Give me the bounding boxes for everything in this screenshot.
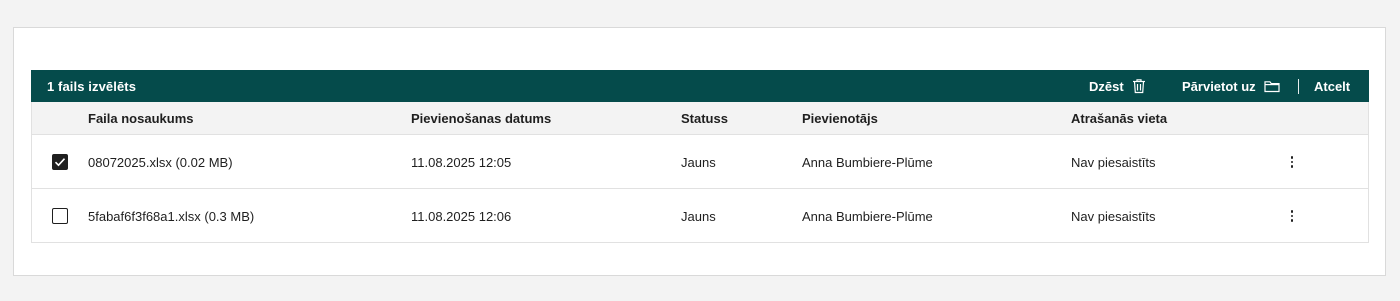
checkmark-icon bbox=[54, 158, 66, 167]
location: Nav piesaistīts bbox=[1071, 208, 1156, 224]
files-table: Faila nosaukums Pievienošanas datums Sta… bbox=[31, 102, 1369, 243]
column-header-status[interactable]: Statuss bbox=[681, 102, 728, 135]
cancel-selection-button[interactable]: Atcelt bbox=[1314, 70, 1350, 102]
selection-toolbar: 1 fails izvēlēts Dzēst Pārvietot uz Atce… bbox=[31, 70, 1369, 102]
move-to-button-label: Pārvietot uz bbox=[1182, 78, 1256, 94]
added-date: 11.08.2025 12:05 bbox=[411, 154, 512, 170]
status: Jauns bbox=[681, 154, 716, 170]
added-date: 11.08.2025 12:06 bbox=[411, 208, 512, 224]
status: Jauns bbox=[681, 208, 716, 224]
file-name[interactable]: 08072025.xlsx (0.02 MB) bbox=[88, 135, 233, 189]
folder-icon bbox=[1264, 80, 1280, 93]
column-header-added-date[interactable]: Pievienošanas datums bbox=[411, 102, 551, 135]
table-header: Faila nosaukums Pievienošanas datums Sta… bbox=[32, 102, 1368, 135]
more-vertical-icon[interactable] bbox=[1284, 152, 1300, 172]
selection-count: 1 fails izvēlēts bbox=[47, 78, 137, 94]
uploader: Anna Bumbiere-Plūme bbox=[802, 154, 933, 170]
column-header-uploader[interactable]: Pievienotājs bbox=[802, 102, 878, 135]
column-header-location[interactable]: Atrašanās vieta bbox=[1071, 102, 1167, 135]
trash-icon bbox=[1132, 78, 1146, 94]
table-row[interactable]: 5fabaf6f3f68a1.xlsx (0.3 MB) 11.08.2025 … bbox=[32, 189, 1368, 243]
more-vertical-icon[interactable] bbox=[1284, 206, 1300, 226]
files-panel: 1 fails izvēlēts Dzēst Pārvietot uz Atce… bbox=[13, 27, 1386, 276]
move-to-button[interactable]: Pārvietot uz bbox=[1182, 70, 1280, 102]
location: Nav piesaistīts bbox=[1071, 154, 1156, 170]
row-checkbox[interactable] bbox=[52, 208, 68, 224]
toolbar-divider bbox=[1298, 79, 1299, 94]
uploader: Anna Bumbiere-Plūme bbox=[802, 208, 933, 224]
row-checkbox[interactable] bbox=[52, 154, 68, 170]
table-row[interactable]: 08072025.xlsx (0.02 MB) 11.08.2025 12:05… bbox=[32, 135, 1368, 189]
delete-button-label: Dzēst bbox=[1089, 78, 1124, 94]
column-header-file-name[interactable]: Faila nosaukums bbox=[88, 102, 193, 135]
file-name[interactable]: 5fabaf6f3f68a1.xlsx (0.3 MB) bbox=[88, 189, 254, 243]
delete-button[interactable]: Dzēst bbox=[1089, 70, 1146, 102]
